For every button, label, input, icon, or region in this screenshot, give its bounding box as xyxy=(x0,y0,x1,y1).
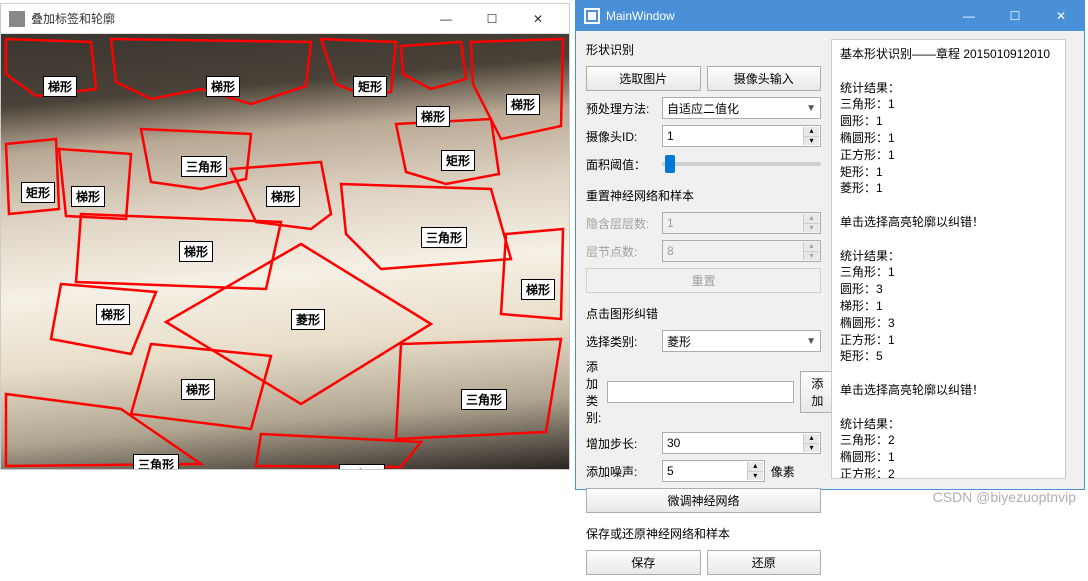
image-viewer-window: 叠加标签和轮廓 — ☐ ✕ 梯形 xyxy=(0,3,570,470)
main-window: MainWindow — ☐ ✕ 形状识别 选取图片 摄像头输入 预处理方法: … xyxy=(575,0,1085,490)
save-restore-group: 保存或还原神经网络和样本 保存 还原 xyxy=(586,523,821,581)
results-block1: 统计结果： 三角形：1 圆形：1 椭圆形：1 正方形：1 矩形：1 菱形：1 xyxy=(840,81,900,196)
spin-down-icon: ▾ xyxy=(803,252,819,261)
watermark: CSDN @biyezuoptnvip xyxy=(933,489,1076,505)
noise-unit: 像素 xyxy=(771,463,795,480)
main-maximize-button[interactable]: ☐ xyxy=(992,1,1038,31)
camid-label: 摄像头ID: xyxy=(586,128,656,145)
shape-label: 梯形 xyxy=(266,186,300,207)
spin-down-icon: ▾ xyxy=(803,224,819,233)
save-restore-title: 保存或还原神经网络和样本 xyxy=(586,525,821,542)
main-window-title: MainWindow xyxy=(606,9,946,23)
noise-spin[interactable]: 5 ▴▾ xyxy=(662,460,765,482)
select-category-value: 菱形 xyxy=(667,333,691,350)
correction-group: 点击图形纠错 选择类别: 菱形 ▼ 添加类别: 添加 增加步长: 30 xyxy=(586,303,821,519)
slider-track xyxy=(662,162,821,166)
results-block2: 统计结果： 三角形：1 圆形：3 梯形：1 椭圆形：3 正方形：1 矩形：5 xyxy=(840,249,900,364)
spin-down-icon[interactable]: ▾ xyxy=(747,472,763,481)
layer-nodes-value: 8 xyxy=(667,244,674,258)
main-body: 形状识别 选取图片 摄像头输入 预处理方法: 自适应二值化 ▼ 摄像头ID: 1 xyxy=(576,31,1084,489)
left-panel: 形状识别 选取图片 摄像头输入 预处理方法: 自适应二值化 ▼ 摄像头ID: 1 xyxy=(576,31,831,489)
main-close-button[interactable]: ✕ xyxy=(1038,1,1084,31)
add-category-input[interactable] xyxy=(607,381,794,403)
close-button[interactable]: ✕ xyxy=(515,4,561,34)
preprocess-value: 自适应二值化 xyxy=(667,100,739,117)
select-category-combo[interactable]: 菱形 ▼ xyxy=(662,330,821,352)
shape-label: 梯形 xyxy=(43,76,77,97)
reset-nn-group: 重置神经网络和样本 隐含层层数: 1 ▴▾ 层节点数: 8 ▴▾ 重置 xyxy=(586,185,821,299)
step-value: 30 xyxy=(667,436,680,450)
hidden-layers-spin: 1 ▴▾ xyxy=(662,212,821,234)
shape-label: 梯形 xyxy=(96,304,130,325)
hidden-layers-value: 1 xyxy=(667,216,674,230)
shape-recognition-group: 形状识别 选取图片 摄像头输入 预处理方法: 自适应二值化 ▼ 摄像头ID: 1 xyxy=(586,39,821,181)
shape-label: 梯形 xyxy=(521,279,555,300)
camid-value: 1 xyxy=(667,129,674,143)
main-minimize-button[interactable]: — xyxy=(946,1,992,31)
minimize-button[interactable]: — xyxy=(423,4,469,34)
maximize-button[interactable]: ☐ xyxy=(469,4,515,34)
correction-title: 点击图形纠错 xyxy=(586,305,821,322)
layer-nodes-spin: 8 ▴▾ xyxy=(662,240,821,262)
spin-down-icon[interactable]: ▾ xyxy=(803,137,819,146)
shape-label: 菱形 xyxy=(291,309,325,330)
step-spin[interactable]: 30 ▴▾ xyxy=(662,432,821,454)
finetune-button[interactable]: 微调神经网络 xyxy=(586,488,821,513)
chevron-down-icon: ▼ xyxy=(806,336,816,347)
noise-value: 5 xyxy=(667,464,674,478)
hidden-layers-label: 隐含层层数: xyxy=(586,215,656,232)
step-label: 增加步长: xyxy=(586,435,656,452)
area-threshold-slider[interactable] xyxy=(662,153,821,175)
shape-label: 三角形 xyxy=(181,156,227,177)
image-viewer-content[interactable]: 梯形梯形矩形梯形梯形三角形矩形矩形梯形梯形梯形三角形梯形梯形菱形三角形梯形三角形… xyxy=(1,34,569,469)
shape-label: 矩形 xyxy=(21,182,55,203)
shape-label: 梯形 xyxy=(181,379,215,400)
chevron-down-icon: ▼ xyxy=(806,103,816,114)
results-block3: 统计结果： 三角形：2 椭圆形：1 正方形：2 矩形：4 菱形：1 xyxy=(840,417,900,479)
layer-nodes-label: 层节点数: xyxy=(586,243,656,260)
results-hint1: 单击选择高亮轮廓以纠错！ xyxy=(840,215,984,229)
restore-button[interactable]: 还原 xyxy=(707,550,822,575)
right-panel: 基本形状识别——章程 2015010912010 统计结果： 三角形：1 圆形：… xyxy=(831,31,1076,489)
shape-label: 梯形 xyxy=(506,94,540,115)
reset-button: 重置 xyxy=(586,268,821,293)
shape-label: 梯形 xyxy=(416,106,450,127)
main-app-icon xyxy=(584,8,600,24)
preprocess-combo[interactable]: 自适应二值化 ▼ xyxy=(662,97,821,119)
results-textbox[interactable]: 基本形状识别——章程 2015010912010 统计结果： 三角形：1 圆形：… xyxy=(831,39,1066,479)
app-icon xyxy=(9,11,25,27)
shape-label: 矩形 xyxy=(353,76,387,97)
slider-thumb[interactable] xyxy=(665,155,675,173)
add-category-label: 添加类别: xyxy=(586,358,601,426)
save-button[interactable]: 保存 xyxy=(586,550,701,575)
camera-input-button[interactable]: 摄像头输入 xyxy=(707,66,822,91)
spin-down-icon[interactable]: ▾ xyxy=(803,444,819,453)
reset-nn-title: 重置神经网络和样本 xyxy=(586,187,821,204)
shape-label: 矩形 xyxy=(441,150,475,171)
area-threshold-label: 面积阈值： xyxy=(586,156,656,173)
results-header: 基本形状识别——章程 2015010912010 xyxy=(840,47,1050,61)
shape-label: 三角形 xyxy=(461,389,507,410)
main-titlebar: MainWindow — ☐ ✕ xyxy=(576,1,1084,31)
noise-label: 添加噪声: xyxy=(586,463,656,480)
select-image-button[interactable]: 选取图片 xyxy=(586,66,701,91)
results-hint2: 单击选择高亮轮廓以纠错！ xyxy=(840,383,984,397)
image-viewer-title: 叠加标签和轮廓 xyxy=(31,10,423,27)
camid-spin[interactable]: 1 ▴▾ xyxy=(662,125,821,147)
image-viewer-titlebar: 叠加标签和轮廓 — ☐ ✕ xyxy=(1,4,569,34)
add-button[interactable]: 添加 xyxy=(800,371,834,413)
preprocess-label: 预处理方法: xyxy=(586,100,656,117)
shape-label: 梯形 xyxy=(71,186,105,207)
shape-label: 三角形 xyxy=(421,227,467,248)
shape-label: 梯形 xyxy=(179,241,213,262)
shape-label: 三角形 xyxy=(339,464,385,469)
shape-recognition-title: 形状识别 xyxy=(586,41,821,58)
shape-label: 三角形 xyxy=(133,454,179,469)
select-category-label: 选择类别: xyxy=(586,333,656,350)
shape-label: 梯形 xyxy=(206,76,240,97)
